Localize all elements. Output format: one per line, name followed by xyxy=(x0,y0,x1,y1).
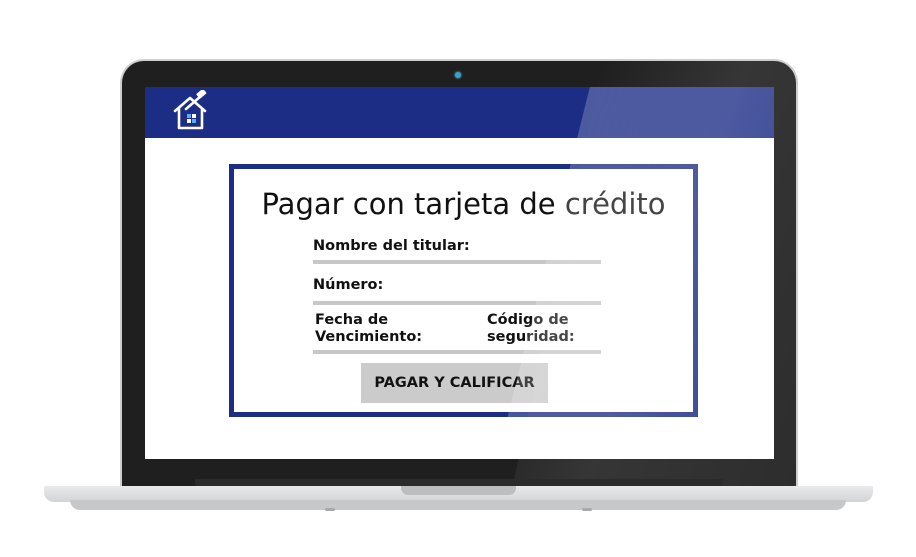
expiry-date-label-line1: Fecha de xyxy=(315,312,389,328)
page-title: Pagar con tarjeta de crédito xyxy=(261,187,666,221)
laptop-lid: Pagar con tarjeta de crédito Nombre del … xyxy=(122,61,796,489)
payment-form: Pagar con tarjeta de crédito Nombre del … xyxy=(229,164,698,417)
expiry-and-security-code-field[interactable] xyxy=(313,350,601,354)
expiry-date-label: Fecha de Vencimiento: xyxy=(315,312,422,346)
pay-and-rate-button[interactable]: PAGAR Y CALIFICAR xyxy=(361,363,548,403)
holder-name-label: Nombre del titular: xyxy=(313,238,470,254)
laptop-foot-left xyxy=(325,508,335,511)
security-code-label-line2: seguridad: xyxy=(487,329,575,345)
app-header xyxy=(145,87,774,138)
holder-name-field[interactable] xyxy=(313,260,601,264)
security-code-label-line1: Código de xyxy=(487,312,569,328)
laptop-foot-right xyxy=(582,508,592,511)
webcam-icon xyxy=(455,72,461,78)
laptop-screen: Pagar con tarjeta de crédito Nombre del … xyxy=(145,87,774,459)
house-hammer-logo-icon[interactable] xyxy=(172,88,212,132)
laptop-opening-notch xyxy=(401,486,516,495)
laptop-base-bottom xyxy=(70,500,846,510)
expiry-date-label-line2: Vencimiento: xyxy=(315,329,423,345)
laptop-mockup: Pagar con tarjeta de crédito Nombre del … xyxy=(0,0,916,557)
security-code-label: Código de seguridad: xyxy=(487,312,575,346)
card-number-field[interactable] xyxy=(313,301,601,305)
card-number-label: Número: xyxy=(313,277,384,293)
